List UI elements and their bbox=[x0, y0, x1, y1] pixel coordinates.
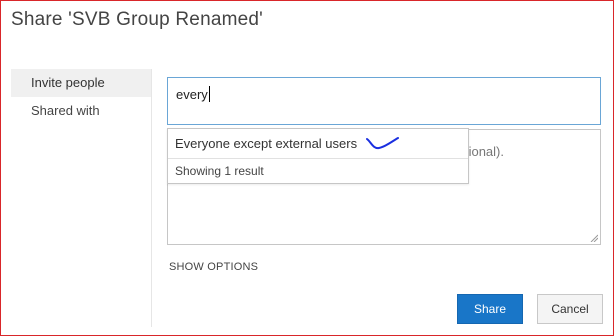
cancel-button[interactable]: Cancel bbox=[537, 294, 603, 324]
dialog-title: Share 'SVB Group Renamed' bbox=[11, 9, 263, 30]
suggestions-status: Showing 1 result bbox=[175, 164, 264, 178]
suggestion-item[interactable]: Everyone except external users bbox=[168, 129, 468, 159]
message-placeholder: ional). bbox=[468, 144, 504, 159]
dialog-nav: Invite people Shared with bbox=[11, 69, 151, 125]
nav-item-invite-people[interactable]: Invite people bbox=[11, 69, 151, 97]
text-caret bbox=[208, 86, 210, 102]
share-button[interactable]: Share bbox=[457, 294, 523, 324]
handwritten-checkmark-icon bbox=[366, 137, 399, 150]
resize-grip-icon[interactable] bbox=[590, 234, 598, 242]
people-suggestions-dropdown: Everyone except external users Showing 1… bbox=[167, 128, 469, 184]
share-dialog: Share 'SVB Group Renamed' Invite people … bbox=[0, 0, 614, 336]
nav-item-label: Invite people bbox=[31, 75, 105, 90]
nav-item-shared-with[interactable]: Shared with bbox=[11, 97, 151, 125]
invite-input-value-wrap: every bbox=[176, 86, 210, 102]
show-options-link[interactable]: SHOW OPTIONS bbox=[169, 261, 258, 273]
invite-people-input[interactable]: every bbox=[167, 77, 601, 125]
invite-input-value: every bbox=[176, 87, 208, 102]
suggestion-label: Everyone except external users bbox=[175, 136, 358, 151]
nav-divider bbox=[151, 69, 152, 327]
nav-item-label: Shared with bbox=[31, 103, 100, 118]
